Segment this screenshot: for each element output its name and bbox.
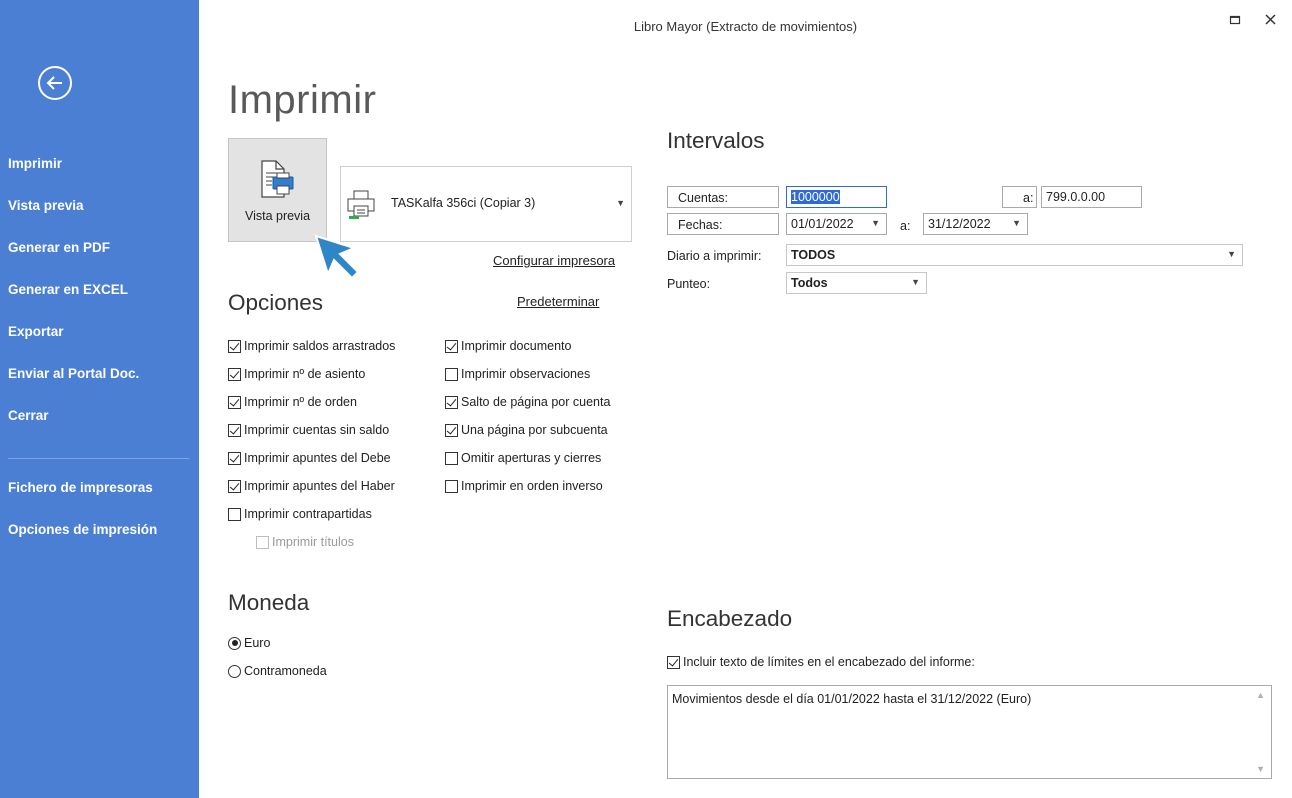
sidebar-item-vista-previa[interactable]: Vista previa (8, 198, 84, 213)
accounts-to-input[interactable]: 799.0.0.00 (1041, 186, 1142, 208)
configure-printer-link[interactable]: Configurar impresora (493, 253, 615, 268)
chevron-down-icon: ▼ (911, 277, 920, 287)
sidebar-divider (8, 458, 189, 459)
scroll-down-icon[interactable]: ▼ (1256, 764, 1265, 774)
checkbox-include-limits[interactable]: Incluir texto de límites en el encabezad… (667, 655, 975, 669)
accounts-to-label: a: (1002, 186, 1037, 208)
print-preview-icon (258, 159, 298, 206)
checkbox-num-asiento[interactable]: Imprimir nº de asiento (228, 367, 365, 381)
date-from-picker[interactable]: 01/01/2022 ▼ (786, 213, 887, 235)
journal-select[interactable]: TODOS ▼ (786, 244, 1243, 266)
checkbox-pagina-subcuenta[interactable]: Una página por subcuenta (445, 423, 608, 437)
checkbox-apuntes-debe[interactable]: Imprimir apuntes del Debe (228, 451, 391, 465)
sidebar-item-exportar[interactable]: Exportar (8, 324, 64, 339)
dates-to-label: a: (900, 219, 911, 233)
sidebar-item-generar-pdf[interactable]: Generar en PDF (8, 240, 110, 255)
checkbox-observaciones[interactable]: Imprimir observaciones (445, 367, 590, 381)
header-textarea[interactable]: Movimientos desde el día 01/01/2022 hast… (667, 685, 1272, 779)
page-title: Imprimir (228, 78, 377, 122)
preview-button-label: Vista previa (244, 209, 311, 223)
checkbox-saldos-arrastrados[interactable]: Imprimir saldos arrastrados (228, 339, 395, 353)
punteo-select[interactable]: Todos ▼ (786, 272, 927, 294)
options-heading: Opciones (228, 290, 324, 315)
checkbox-orden-inverso[interactable]: Imprimir en orden inverso (445, 479, 603, 493)
checkbox-salto-pagina[interactable]: Salto de página por cuenta (445, 395, 610, 409)
checkbox-num-orden[interactable]: Imprimir nº de orden (228, 395, 357, 409)
printer-select[interactable]: TASKalfa 356ci (Copiar 3) ▼ (340, 166, 632, 242)
checkbox-documento[interactable]: Imprimir documento (445, 339, 571, 353)
sidebar: Imprimir Vista previa Generar en PDF Gen… (0, 0, 199, 798)
title-bar: Libro Mayor (Extracto de movimientos) (199, 0, 1292, 54)
print-window: Imprimir Vista previa Generar en PDF Gen… (0, 0, 1292, 798)
chevron-down-icon: ▼ (1227, 249, 1236, 259)
sidebar-item-generar-excel[interactable]: Generar en EXCEL (8, 282, 128, 297)
checkbox-omitir-aperturas[interactable]: Omitir aperturas y cierres (445, 451, 601, 465)
checkbox-cuentas-sin-saldo[interactable]: Imprimir cuentas sin saldo (228, 423, 389, 437)
sidebar-item-enviar-portal[interactable]: Enviar al Portal Doc. (8, 366, 139, 381)
checkbox-titulos: Imprimir títulos (256, 535, 354, 549)
header-heading: Encabezado (667, 606, 793, 631)
sidebar-item-imprimir[interactable]: Imprimir (8, 156, 62, 171)
window-title: Libro Mayor (Extracto de movimientos) (633, 19, 858, 34)
header-text: Movimientos desde el día 01/01/2022 hast… (672, 692, 1032, 706)
sidebar-item-opciones-impresion[interactable]: Opciones de impresión (8, 522, 157, 537)
currency-heading: Moneda (228, 590, 310, 615)
journal-label: Diario a imprimir: (667, 249, 762, 263)
sidebar-item-fichero-impresoras[interactable]: Fichero de impresoras (8, 480, 153, 495)
close-icon[interactable] (1264, 13, 1277, 30)
radio-contramoneda[interactable]: Contramoneda (228, 664, 327, 678)
scroll-up-icon[interactable]: ▲ (1256, 690, 1265, 700)
accounts-label: Cuentas: (667, 186, 779, 208)
accounts-from-input[interactable]: 1000000 (786, 186, 887, 208)
pointer-arrow-icon (314, 234, 362, 287)
checkbox-contrapartidas[interactable]: Imprimir contrapartidas (228, 507, 372, 521)
chevron-down-icon: ▼ (871, 218, 880, 228)
chevron-down-icon: ▼ (616, 198, 625, 208)
preview-button[interactable]: Vista previa (228, 138, 327, 242)
sidebar-item-cerrar[interactable]: Cerrar (8, 408, 49, 423)
chevron-down-icon: ▼ (1012, 218, 1021, 228)
maximize-icon[interactable] (1229, 13, 1241, 30)
date-to-picker[interactable]: 31/12/2022 ▼ (923, 213, 1028, 235)
default-link[interactable]: Predeterminar (517, 294, 599, 309)
printer-icon (345, 189, 379, 226)
radio-euro[interactable]: Euro (228, 636, 270, 650)
back-arrow-icon[interactable] (38, 66, 72, 100)
dates-label: Fechas: (667, 213, 779, 235)
punteo-label: Punteo: (667, 277, 711, 291)
checkbox-apuntes-haber[interactable]: Imprimir apuntes del Haber (228, 479, 395, 493)
intervals-heading: Intervalos (667, 128, 765, 153)
printer-name: TASKalfa 356ci (Copiar 3) (391, 196, 536, 210)
